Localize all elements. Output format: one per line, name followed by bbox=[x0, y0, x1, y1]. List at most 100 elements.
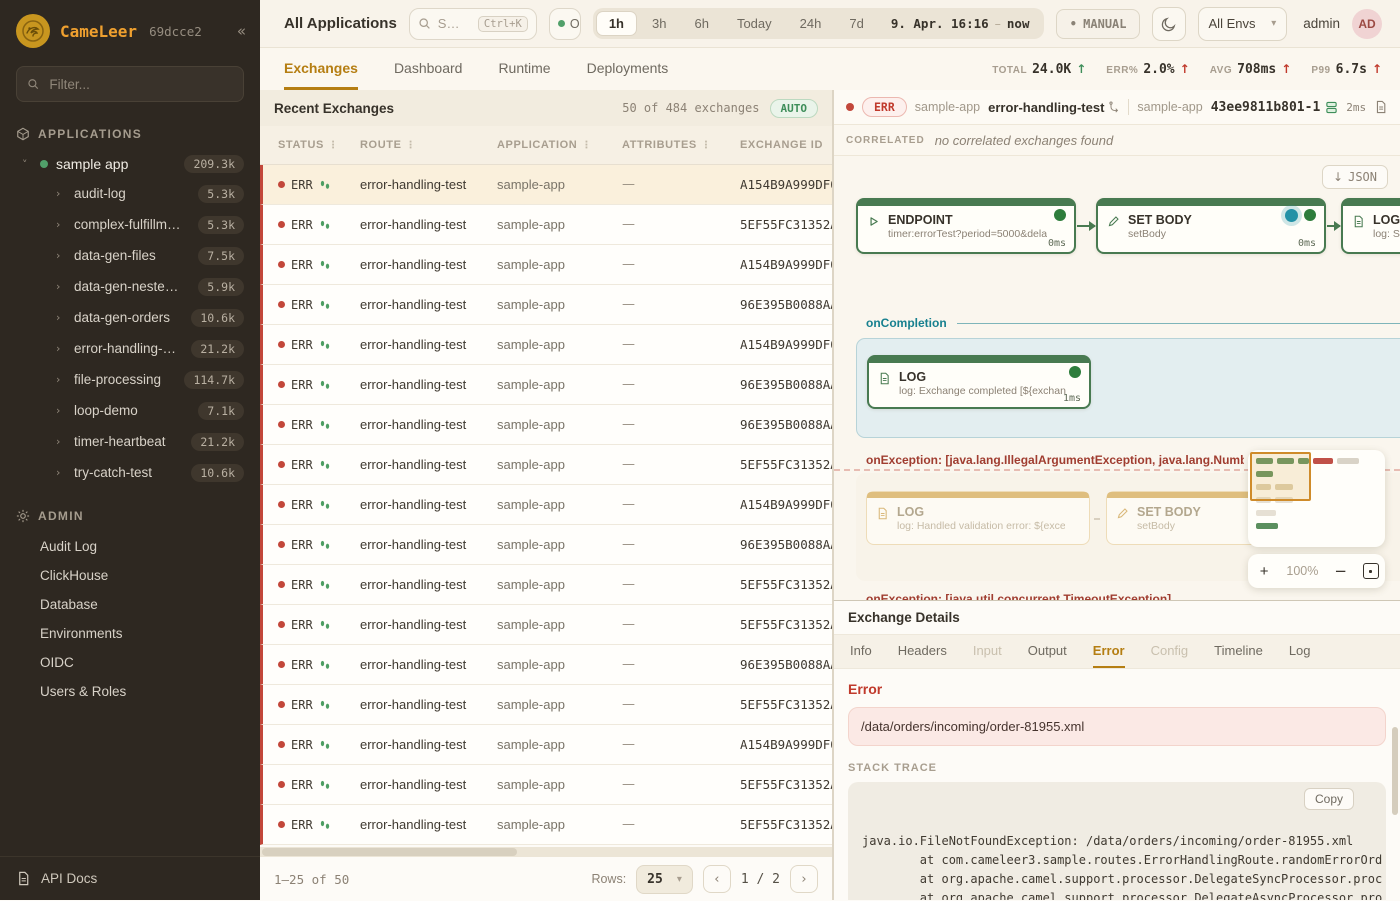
tab-runtime[interactable]: Runtime bbox=[498, 48, 550, 90]
table-row[interactable]: ERRerror-handling-testsample-app—5EF55FC… bbox=[260, 605, 832, 645]
status-badge: ERR bbox=[862, 97, 907, 117]
table-row[interactable]: ERRerror-handling-testsample-app—5EF55FC… bbox=[260, 805, 832, 845]
node-endpoint[interactable]: ENDPOINT timer:errorTest?period=5000&del… bbox=[856, 198, 1076, 254]
rows-per-page-select[interactable]: 25 ▾ bbox=[636, 865, 693, 894]
table-row[interactable]: ERRerror-handling-testsample-app—A154B9A… bbox=[260, 245, 832, 285]
horizontal-scrollbar[interactable] bbox=[260, 847, 832, 857]
sidebar-item-clickhouse[interactable]: ClickHouse bbox=[0, 561, 260, 590]
sidebar-route-item[interactable]: ›audit-log5.3k bbox=[0, 178, 260, 209]
table-row[interactable]: ERRerror-handling-testsample-app—A154B9A… bbox=[260, 725, 832, 765]
time-range-6h[interactable]: 6h bbox=[681, 11, 721, 36]
table-row[interactable]: ERRerror-handling-testsample-app—A154B9A… bbox=[260, 485, 832, 525]
table-row[interactable]: ERRerror-handling-testsample-app—5EF55FC… bbox=[260, 565, 832, 605]
column-header-exchange-id[interactable]: EXCHANGE ID bbox=[740, 139, 832, 151]
table-row[interactable]: ERRerror-handling-testsample-app—5EF55FC… bbox=[260, 205, 832, 245]
zoom-in-button[interactable]: + bbox=[1254, 563, 1274, 580]
flow-minimap[interactable] bbox=[1248, 450, 1385, 547]
table-row[interactable]: ERRerror-handling-testsample-app—96E395B… bbox=[260, 365, 832, 405]
sidebar-filter[interactable] bbox=[16, 66, 244, 102]
time-range-24h[interactable]: 24h bbox=[787, 11, 835, 36]
flow-canvas[interactable]: ↓ JSON ENDPOINT timer:errorTest?period=5… bbox=[834, 156, 1400, 600]
sidebar-item-oidc[interactable]: OIDC bbox=[0, 648, 260, 677]
sidebar-collapse-icon[interactable]: « bbox=[237, 22, 246, 40]
node-log[interactable]: LOG log: Sta bbox=[1341, 198, 1400, 254]
details-tab-log[interactable]: Log bbox=[1289, 635, 1311, 668]
details-scrollbar[interactable] bbox=[1392, 727, 1398, 815]
sidebar-item-users-roles[interactable]: Users & Roles bbox=[0, 677, 260, 706]
sidebar-item-environments[interactable]: Environments bbox=[0, 619, 260, 648]
table-row[interactable]: ERRerror-handling-testsample-app—5EF55FC… bbox=[260, 685, 832, 725]
document-icon bbox=[878, 372, 891, 385]
manual-dot-icon: • bbox=[1069, 17, 1077, 31]
status-label: ERR bbox=[291, 578, 313, 592]
node-set-body[interactable]: SET BODY setBody 0ms bbox=[1096, 198, 1326, 254]
time-range-today[interactable]: Today bbox=[724, 11, 785, 36]
avatar[interactable]: AD bbox=[1352, 9, 1382, 39]
zoom-out-button[interactable]: − bbox=[1331, 562, 1351, 580]
date-range-display[interactable]: 9. Apr. 16:16–now bbox=[879, 11, 1042, 36]
document-icon[interactable] bbox=[1374, 100, 1388, 114]
sidebar-route-item[interactable]: ›data-gen-neste…5.9k bbox=[0, 271, 260, 302]
details-tab-headers[interactable]: Headers bbox=[898, 635, 947, 668]
sidebar-route-item[interactable]: ›timer-heartbeat21.2k bbox=[0, 426, 260, 457]
table-row[interactable]: ERRerror-handling-testsample-app—A154B9A… bbox=[260, 325, 832, 365]
tab-deployments[interactable]: Deployments bbox=[587, 48, 669, 90]
table-row[interactable]: ERRerror-handling-testsample-app—5EF55FC… bbox=[260, 445, 832, 485]
details-tab-output[interactable]: Output bbox=[1028, 635, 1067, 668]
table-row[interactable]: ERRerror-handling-testsample-app—96E395B… bbox=[260, 405, 832, 445]
table-row[interactable]: ERRerror-handling-testsample-app—96E395B… bbox=[260, 525, 832, 565]
exchange-id[interactable]: 43ee9811b801-1 bbox=[1211, 100, 1339, 115]
error-dot bbox=[278, 581, 285, 588]
column-header-route[interactable]: ROUTE⋮ bbox=[360, 139, 497, 151]
sidebar-route-item[interactable]: ›loop-demo7.1k bbox=[0, 395, 260, 426]
global-search-input[interactable]: S… Ctrl+K bbox=[409, 8, 537, 40]
route-name[interactable]: error-handling-test bbox=[988, 100, 1120, 115]
node-success-dot bbox=[1069, 366, 1081, 378]
time-range-7d[interactable]: 7d bbox=[836, 11, 876, 36]
time-range-1h[interactable]: 1h bbox=[596, 11, 637, 36]
sidebar-item-sample-app[interactable]: ˅ sample app 209.3k bbox=[0, 150, 260, 178]
download-json-button[interactable]: ↓ JSON bbox=[1322, 165, 1388, 189]
sidebar-item-database[interactable]: Database bbox=[0, 590, 260, 619]
sidebar-route-item[interactable]: ›complex-fulfillm…5.3k bbox=[0, 209, 260, 240]
applications-section-header: APPLICATIONS bbox=[0, 118, 260, 150]
time-range-3h[interactable]: 3h bbox=[639, 11, 679, 36]
dark-mode-toggle[interactable] bbox=[1152, 7, 1186, 41]
table-row[interactable]: ERRerror-handling-testsample-app—5EF55FC… bbox=[260, 765, 832, 805]
prev-page-button[interactable]: ‹ bbox=[703, 865, 731, 893]
auto-refresh-badge[interactable]: AUTO bbox=[770, 99, 819, 118]
manual-refresh-button[interactable]: • MANUAL bbox=[1056, 9, 1139, 39]
table-row[interactable]: ERRerror-handling-testsample-app—96E395B… bbox=[260, 285, 832, 325]
table-row[interactable]: ERRerror-handling-testsample-app—96E395B… bbox=[260, 645, 832, 685]
column-header-attributes[interactable]: ATTRIBUTES⋮ bbox=[622, 139, 740, 151]
error-dot bbox=[278, 301, 285, 308]
sidebar-item-api-docs[interactable]: API Docs bbox=[0, 856, 260, 900]
stat-p99: P996.7s↑ bbox=[1311, 62, 1382, 77]
application-cell: sample-app bbox=[497, 737, 622, 752]
details-tab-info[interactable]: Info bbox=[850, 635, 872, 668]
sidebar-route-item[interactable]: ›data-gen-orders10.6k bbox=[0, 302, 260, 333]
sidebar-route-item[interactable]: ›try-catch-test10.6k bbox=[0, 457, 260, 488]
env-select[interactable]: All Envs ▾ bbox=[1198, 7, 1288, 41]
table-row[interactable]: ERRerror-handling-testsample-app—A154B9A… bbox=[260, 165, 832, 205]
next-page-button[interactable]: › bbox=[790, 865, 818, 893]
node-exception-log[interactable]: LOG log: Handled validation error: ${exc… bbox=[866, 491, 1090, 545]
stack-trace-code[interactable]: java.io.FileNotFoundException: /data/ord… bbox=[848, 782, 1386, 900]
node-completion-log[interactable]: LOG log: Exchange completed [${exchan 1m… bbox=[867, 355, 1091, 409]
minimap-viewport[interactable] bbox=[1250, 452, 1311, 501]
column-header-application[interactable]: APPLICATION⋮ bbox=[497, 139, 622, 151]
sidebar-route-item[interactable]: ›data-gen-files7.5k bbox=[0, 240, 260, 271]
scrollbar-thumb[interactable] bbox=[262, 848, 517, 856]
sidebar-route-item[interactable]: ›error-handling-…21.2k bbox=[0, 333, 260, 364]
sidebar-route-item[interactable]: ›file-processing114.7k bbox=[0, 364, 260, 395]
details-tab-error[interactable]: Error bbox=[1093, 635, 1125, 668]
filter-input[interactable] bbox=[47, 76, 233, 93]
details-tab-timeline[interactable]: Timeline bbox=[1214, 635, 1263, 668]
sidebar-item-audit-log[interactable]: Audit Log bbox=[0, 532, 260, 561]
tab-dashboard[interactable]: Dashboard bbox=[394, 48, 463, 90]
column-header-status[interactable]: STATUS⋮ bbox=[278, 139, 360, 151]
fit-view-button[interactable] bbox=[1363, 563, 1379, 579]
copy-button[interactable]: Copy bbox=[1304, 788, 1354, 810]
online-dot bbox=[558, 20, 565, 27]
tab-exchanges[interactable]: Exchanges bbox=[284, 48, 358, 90]
